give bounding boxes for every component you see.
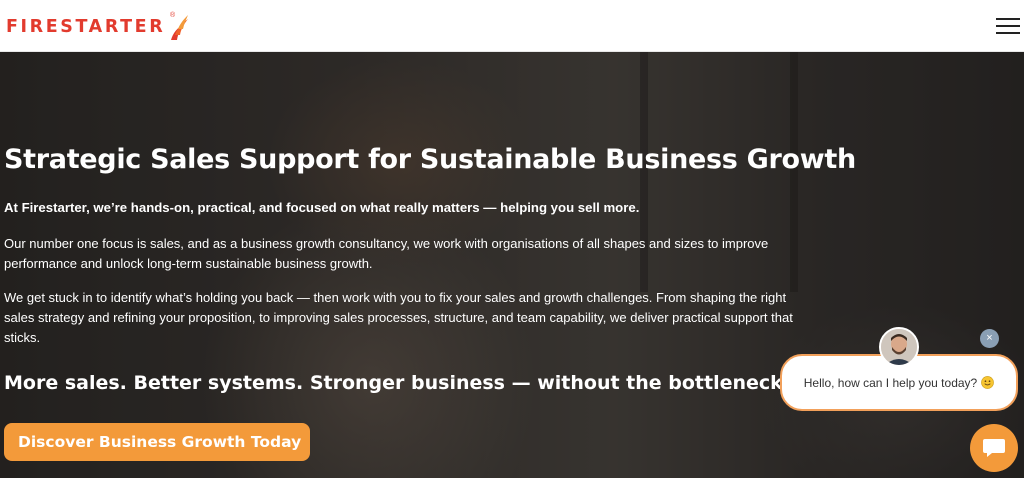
- firestarter-logo[interactable]: FIRESTARTER ®: [6, 12, 189, 42]
- chat-agent-avatar: [879, 327, 919, 367]
- hero-title: Strategic Sales Support for Sustainable …: [4, 144, 856, 175]
- chat-greeting-text: Hello, how can I help you today?: [804, 375, 995, 390]
- hero-section: Strategic Sales Support for Sustainable …: [0, 52, 1024, 478]
- hero-tagline: More sales. Better systems. Stronger bus…: [4, 372, 802, 394]
- hamburger-menu-icon[interactable]: [996, 16, 1020, 36]
- chat-close-button[interactable]: ×: [980, 329, 999, 348]
- hero-lead: At Firestarter, we’re hands-on, practica…: [4, 200, 640, 215]
- smiley-emoji-icon: [981, 375, 995, 389]
- chat-bubble-icon: [983, 439, 1005, 457]
- cta-label: Discover Business Growth Today: [18, 433, 302, 451]
- registered-mark: ®: [170, 12, 176, 19]
- discover-growth-button[interactable]: Discover Business Growth Today: [4, 423, 310, 461]
- agent-avatar-icon: [881, 329, 917, 365]
- chat-launcher-button[interactable]: [970, 424, 1018, 472]
- hero-paragraph-1: Our number one focus is sales, and as a …: [4, 236, 769, 271]
- site-header: FIRESTARTER ®: [0, 0, 1024, 52]
- hero-paragraph-2: We get stuck in to identify what’s holdi…: [4, 290, 793, 345]
- logo-wordmark: FIRESTARTER: [6, 17, 166, 37]
